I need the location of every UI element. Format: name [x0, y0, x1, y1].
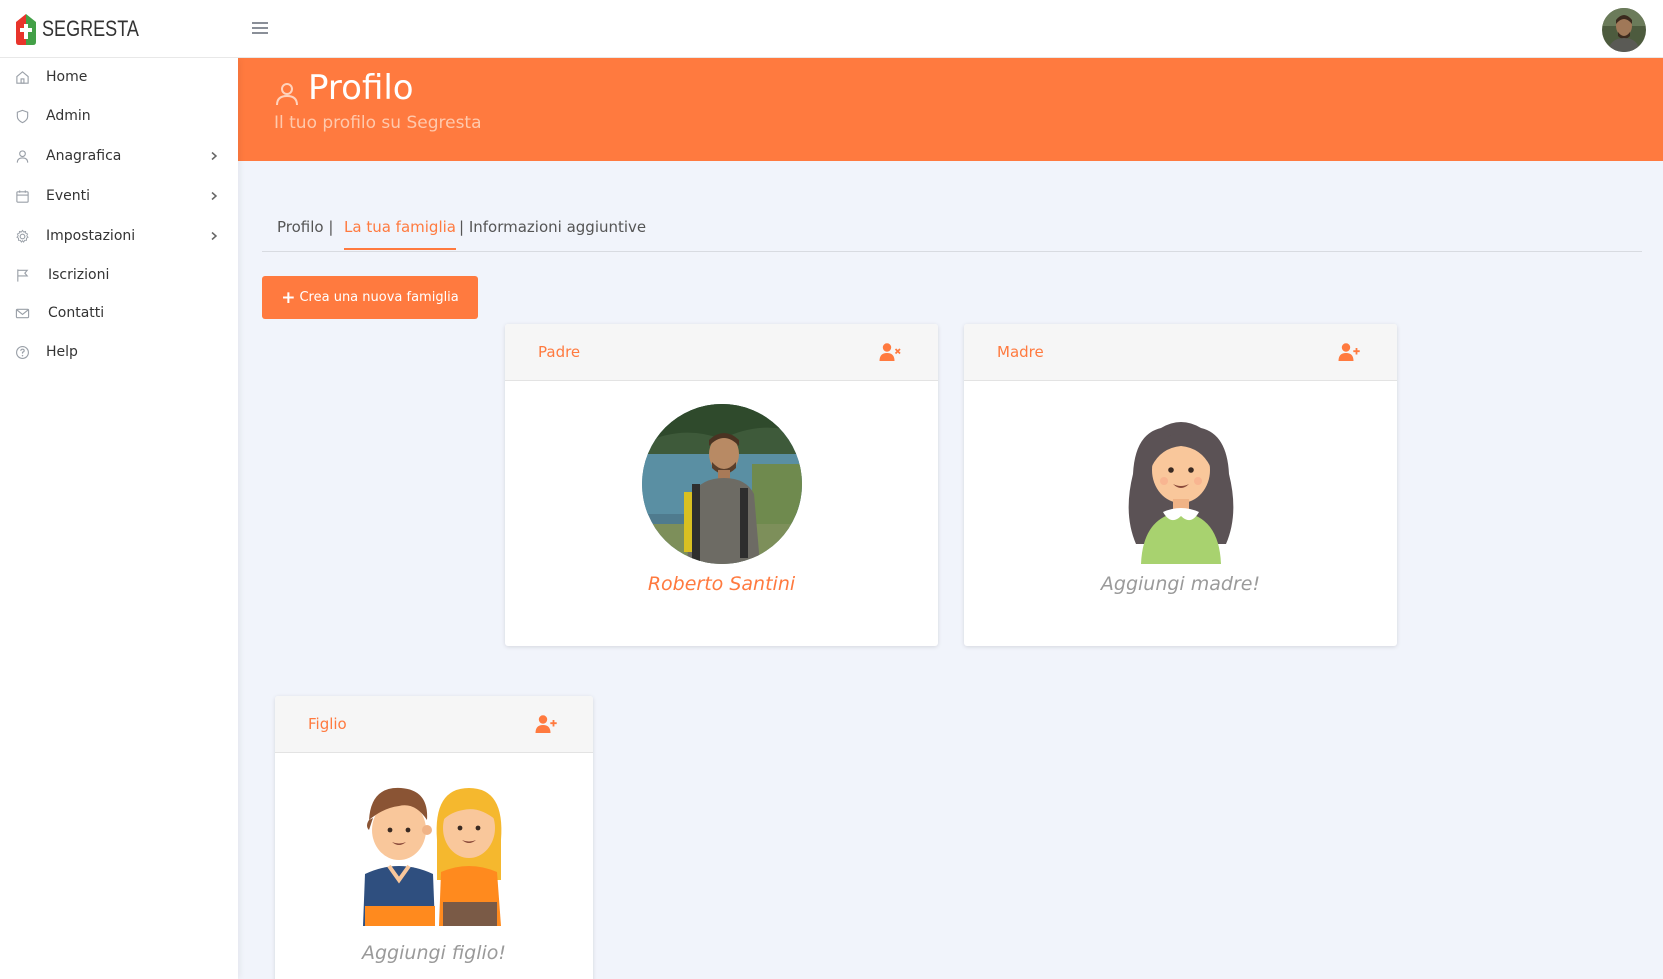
home-icon [14, 69, 30, 85]
card-title: Padre [538, 343, 581, 361]
help-circle-icon [14, 344, 30, 360]
user-remove-icon[interactable] [879, 342, 901, 362]
sidebar-item-impostazioni[interactable]: Impostazioni [0, 218, 238, 254]
top-bar: SEGRESTA [0, 0, 1663, 58]
sidebar-item-label: Admin [46, 108, 91, 124]
tab-la-tua-famiglia[interactable]: La tua famiglia [344, 218, 456, 236]
active-tab-indicator [344, 248, 456, 250]
chevron-right-icon [211, 151, 218, 161]
plus-icon: + [281, 287, 296, 308]
user-avatar[interactable] [1602, 8, 1646, 52]
page-title-wrap: Profilo [274, 68, 414, 108]
child-name[interactable]: Aggiungi figlio! [275, 942, 593, 964]
sidebar-item-label: Contatti [48, 305, 105, 321]
tab-informazioni-aggiuntive[interactable]: | Informazioni aggiuntive [459, 218, 646, 236]
sidebar-item-home[interactable]: Home [0, 59, 238, 95]
sidebar-item-label: Home [46, 69, 88, 85]
chevron-right-icon [211, 231, 218, 241]
card-header: Madre [964, 324, 1397, 381]
app-logo[interactable]: SEGRESTA [12, 12, 160, 46]
logo-icon [16, 14, 36, 45]
page-subtitle: Il tuo profilo su Segresta [274, 113, 482, 133]
user-icon [14, 148, 30, 164]
user-add-icon[interactable] [535, 714, 557, 734]
page-title: Profilo [308, 68, 414, 108]
flag-icon [14, 267, 30, 283]
sidebar-item-help[interactable]: Help [0, 334, 238, 370]
sidebar-item-eventi[interactable]: Eventi [0, 178, 238, 214]
father-photo [641, 404, 802, 564]
mother-avatar-placeholder [1101, 404, 1261, 564]
child-card: Figlio Aggiungi figlio! [275, 696, 593, 979]
tab-profilo[interactable]: Profilo | [277, 218, 333, 236]
child-avatar-placeholder [359, 780, 509, 926]
card-title: Madre [997, 343, 1044, 361]
calendar-icon [14, 188, 30, 204]
logo-text: SEGRESTA [42, 16, 139, 41]
sidebar-item-anagrafica[interactable]: Anagrafica [0, 138, 238, 174]
sidebar: Home Admin Anagrafica Eventi Impostazion… [0, 58, 238, 979]
profile-tabs: Profilo | La tua famiglia | Informazioni… [262, 206, 1642, 252]
father-name[interactable]: Roberto Santini [505, 573, 938, 595]
new-family-button-label: Crea una nuova famiglia [299, 290, 459, 305]
sidebar-item-iscrizioni[interactable]: Iscrizioni [0, 257, 238, 293]
card-title: Figlio [308, 715, 347, 733]
page-header: Profilo Il tuo profilo su Segresta [238, 58, 1663, 161]
card-header: Padre [505, 324, 938, 381]
father-card: Padre Roberto Santini [505, 324, 938, 646]
user-add-icon[interactable] [1338, 342, 1360, 362]
new-family-button[interactable]: + Crea una nuova famiglia [262, 276, 478, 319]
user-icon [276, 83, 298, 106]
sidebar-item-label: Iscrizioni [48, 267, 110, 283]
sidebar-item-contatti[interactable]: Contatti [0, 295, 238, 331]
shield-icon [14, 108, 30, 124]
menu-toggle-icon[interactable] [252, 20, 268, 36]
chevron-right-icon [211, 191, 218, 201]
mail-icon [14, 305, 30, 321]
sidebar-item-label: Eventi [46, 188, 90, 204]
sidebar-item-label: Help [46, 344, 78, 360]
card-header: Figlio [275, 696, 593, 753]
mother-name[interactable]: Aggiungi madre! [964, 573, 1397, 595]
mother-card: Madre Aggiungi madre! [964, 324, 1397, 646]
sidebar-item-admin[interactable]: Admin [0, 98, 238, 134]
sidebar-item-label: Anagrafica [46, 148, 122, 164]
gear-icon [14, 228, 30, 244]
sidebar-item-label: Impostazioni [46, 228, 136, 244]
